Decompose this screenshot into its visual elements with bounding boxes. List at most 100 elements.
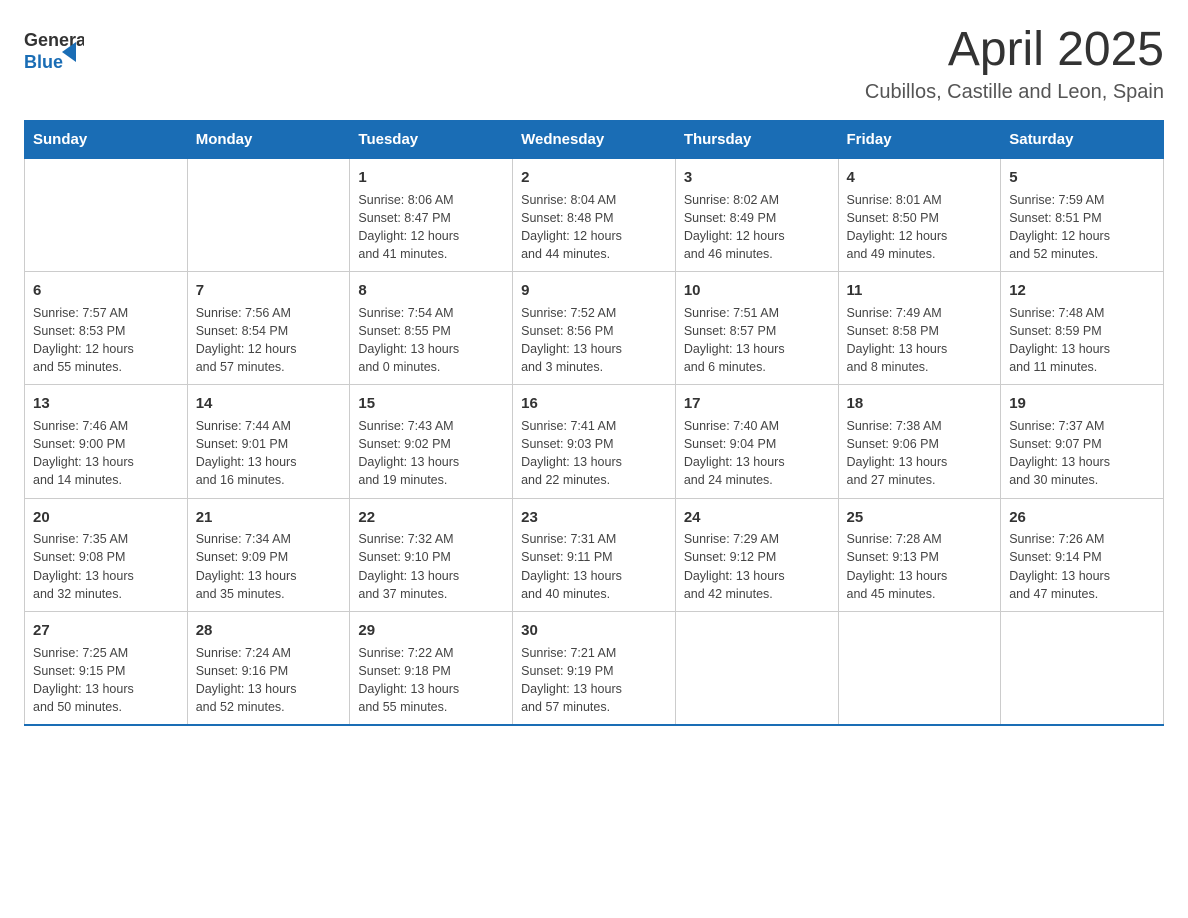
day-info: Sunrise: 7:37 AM Sunset: 9:07 PM Dayligh… bbox=[1009, 417, 1155, 490]
calendar-week-5: 27Sunrise: 7:25 AM Sunset: 9:15 PM Dayli… bbox=[25, 611, 1164, 725]
header-wednesday: Wednesday bbox=[513, 120, 676, 158]
day-number: 12 bbox=[1009, 280, 1155, 302]
calendar-cell bbox=[25, 158, 188, 271]
calendar-week-4: 20Sunrise: 7:35 AM Sunset: 9:08 PM Dayli… bbox=[25, 498, 1164, 611]
day-info: Sunrise: 7:38 AM Sunset: 9:06 PM Dayligh… bbox=[847, 417, 993, 490]
calendar-cell: 19Sunrise: 7:37 AM Sunset: 9:07 PM Dayli… bbox=[1001, 385, 1164, 498]
day-info: Sunrise: 7:24 AM Sunset: 9:16 PM Dayligh… bbox=[196, 644, 342, 717]
day-number: 17 bbox=[684, 393, 830, 415]
day-info: Sunrise: 8:02 AM Sunset: 8:49 PM Dayligh… bbox=[684, 191, 830, 264]
calendar-cell: 2Sunrise: 8:04 AM Sunset: 8:48 PM Daylig… bbox=[513, 158, 676, 271]
calendar-cell: 22Sunrise: 7:32 AM Sunset: 9:10 PM Dayli… bbox=[350, 498, 513, 611]
day-number: 29 bbox=[358, 620, 504, 642]
day-info: Sunrise: 7:22 AM Sunset: 9:18 PM Dayligh… bbox=[358, 644, 504, 717]
day-info: Sunrise: 7:46 AM Sunset: 9:00 PM Dayligh… bbox=[33, 417, 179, 490]
page-header: General Blue April 2025 Cubillos, Castil… bbox=[24, 24, 1164, 104]
day-info: Sunrise: 7:29 AM Sunset: 9:12 PM Dayligh… bbox=[684, 530, 830, 603]
day-number: 22 bbox=[358, 507, 504, 529]
day-number: 24 bbox=[684, 507, 830, 529]
day-info: Sunrise: 7:26 AM Sunset: 9:14 PM Dayligh… bbox=[1009, 530, 1155, 603]
header-thursday: Thursday bbox=[675, 120, 838, 158]
calendar-cell: 1Sunrise: 8:06 AM Sunset: 8:47 PM Daylig… bbox=[350, 158, 513, 271]
calendar-cell: 24Sunrise: 7:29 AM Sunset: 9:12 PM Dayli… bbox=[675, 498, 838, 611]
calendar-cell: 20Sunrise: 7:35 AM Sunset: 9:08 PM Dayli… bbox=[25, 498, 188, 611]
header-monday: Monday bbox=[187, 120, 350, 158]
calendar-table: Sunday Monday Tuesday Wednesday Thursday… bbox=[24, 120, 1164, 726]
day-number: 2 bbox=[521, 167, 667, 189]
calendar-cell bbox=[838, 611, 1001, 725]
calendar-cell: 29Sunrise: 7:22 AM Sunset: 9:18 PM Dayli… bbox=[350, 611, 513, 725]
calendar-cell: 13Sunrise: 7:46 AM Sunset: 9:00 PM Dayli… bbox=[25, 385, 188, 498]
day-info: Sunrise: 7:51 AM Sunset: 8:57 PM Dayligh… bbox=[684, 304, 830, 377]
day-number: 10 bbox=[684, 280, 830, 302]
day-number: 1 bbox=[358, 167, 504, 189]
title-area: April 2025 Cubillos, Castille and Leon, … bbox=[865, 24, 1164, 104]
day-number: 30 bbox=[521, 620, 667, 642]
calendar-cell: 26Sunrise: 7:26 AM Sunset: 9:14 PM Dayli… bbox=[1001, 498, 1164, 611]
page-title: April 2025 bbox=[865, 24, 1164, 77]
day-info: Sunrise: 7:35 AM Sunset: 9:08 PM Dayligh… bbox=[33, 530, 179, 603]
header-sunday: Sunday bbox=[25, 120, 188, 158]
day-number: 14 bbox=[196, 393, 342, 415]
day-info: Sunrise: 7:43 AM Sunset: 9:02 PM Dayligh… bbox=[358, 417, 504, 490]
calendar-header: Sunday Monday Tuesday Wednesday Thursday… bbox=[25, 120, 1164, 158]
day-number: 5 bbox=[1009, 167, 1155, 189]
day-info: Sunrise: 7:40 AM Sunset: 9:04 PM Dayligh… bbox=[684, 417, 830, 490]
calendar-cell bbox=[1001, 611, 1164, 725]
day-number: 7 bbox=[196, 280, 342, 302]
day-number: 6 bbox=[33, 280, 179, 302]
day-info: Sunrise: 7:34 AM Sunset: 9:09 PM Dayligh… bbox=[196, 530, 342, 603]
logo-icon: General Blue bbox=[24, 24, 84, 79]
day-number: 4 bbox=[847, 167, 993, 189]
calendar-cell: 16Sunrise: 7:41 AM Sunset: 9:03 PM Dayli… bbox=[513, 385, 676, 498]
calendar-cell: 11Sunrise: 7:49 AM Sunset: 8:58 PM Dayli… bbox=[838, 272, 1001, 385]
calendar-cell: 12Sunrise: 7:48 AM Sunset: 8:59 PM Dayli… bbox=[1001, 272, 1164, 385]
day-info: Sunrise: 8:06 AM Sunset: 8:47 PM Dayligh… bbox=[358, 191, 504, 264]
day-number: 19 bbox=[1009, 393, 1155, 415]
calendar-cell: 21Sunrise: 7:34 AM Sunset: 9:09 PM Dayli… bbox=[187, 498, 350, 611]
header-tuesday: Tuesday bbox=[350, 120, 513, 158]
header-friday: Friday bbox=[838, 120, 1001, 158]
calendar-body: 1Sunrise: 8:06 AM Sunset: 8:47 PM Daylig… bbox=[25, 158, 1164, 725]
calendar-cell: 9Sunrise: 7:52 AM Sunset: 8:56 PM Daylig… bbox=[513, 272, 676, 385]
day-info: Sunrise: 8:04 AM Sunset: 8:48 PM Dayligh… bbox=[521, 191, 667, 264]
day-number: 16 bbox=[521, 393, 667, 415]
calendar-cell: 3Sunrise: 8:02 AM Sunset: 8:49 PM Daylig… bbox=[675, 158, 838, 271]
calendar-cell bbox=[675, 611, 838, 725]
header-saturday: Saturday bbox=[1001, 120, 1164, 158]
day-number: 13 bbox=[33, 393, 179, 415]
page-subtitle: Cubillos, Castille and Leon, Spain bbox=[865, 81, 1164, 104]
day-number: 28 bbox=[196, 620, 342, 642]
day-number: 8 bbox=[358, 280, 504, 302]
day-number: 21 bbox=[196, 507, 342, 529]
calendar-cell: 30Sunrise: 7:21 AM Sunset: 9:19 PM Dayli… bbox=[513, 611, 676, 725]
calendar-cell: 7Sunrise: 7:56 AM Sunset: 8:54 PM Daylig… bbox=[187, 272, 350, 385]
calendar-cell: 10Sunrise: 7:51 AM Sunset: 8:57 PM Dayli… bbox=[675, 272, 838, 385]
calendar-cell: 28Sunrise: 7:24 AM Sunset: 9:16 PM Dayli… bbox=[187, 611, 350, 725]
day-info: Sunrise: 7:59 AM Sunset: 8:51 PM Dayligh… bbox=[1009, 191, 1155, 264]
svg-text:Blue: Blue bbox=[24, 52, 63, 72]
calendar-cell: 14Sunrise: 7:44 AM Sunset: 9:01 PM Dayli… bbox=[187, 385, 350, 498]
day-info: Sunrise: 7:32 AM Sunset: 9:10 PM Dayligh… bbox=[358, 530, 504, 603]
day-number: 3 bbox=[684, 167, 830, 189]
day-info: Sunrise: 7:52 AM Sunset: 8:56 PM Dayligh… bbox=[521, 304, 667, 377]
day-number: 11 bbox=[847, 280, 993, 302]
day-info: Sunrise: 7:21 AM Sunset: 9:19 PM Dayligh… bbox=[521, 644, 667, 717]
calendar-cell: 6Sunrise: 7:57 AM Sunset: 8:53 PM Daylig… bbox=[25, 272, 188, 385]
calendar-cell: 4Sunrise: 8:01 AM Sunset: 8:50 PM Daylig… bbox=[838, 158, 1001, 271]
calendar-cell bbox=[187, 158, 350, 271]
day-info: Sunrise: 7:49 AM Sunset: 8:58 PM Dayligh… bbox=[847, 304, 993, 377]
day-number: 25 bbox=[847, 507, 993, 529]
calendar-cell: 25Sunrise: 7:28 AM Sunset: 9:13 PM Dayli… bbox=[838, 498, 1001, 611]
calendar-cell: 27Sunrise: 7:25 AM Sunset: 9:15 PM Dayli… bbox=[25, 611, 188, 725]
calendar-week-1: 1Sunrise: 8:06 AM Sunset: 8:47 PM Daylig… bbox=[25, 158, 1164, 271]
calendar-cell: 17Sunrise: 7:40 AM Sunset: 9:04 PM Dayli… bbox=[675, 385, 838, 498]
day-number: 20 bbox=[33, 507, 179, 529]
day-number: 18 bbox=[847, 393, 993, 415]
calendar-cell: 8Sunrise: 7:54 AM Sunset: 8:55 PM Daylig… bbox=[350, 272, 513, 385]
day-number: 9 bbox=[521, 280, 667, 302]
day-info: Sunrise: 7:44 AM Sunset: 9:01 PM Dayligh… bbox=[196, 417, 342, 490]
day-info: Sunrise: 8:01 AM Sunset: 8:50 PM Dayligh… bbox=[847, 191, 993, 264]
day-info: Sunrise: 7:25 AM Sunset: 9:15 PM Dayligh… bbox=[33, 644, 179, 717]
day-number: 27 bbox=[33, 620, 179, 642]
